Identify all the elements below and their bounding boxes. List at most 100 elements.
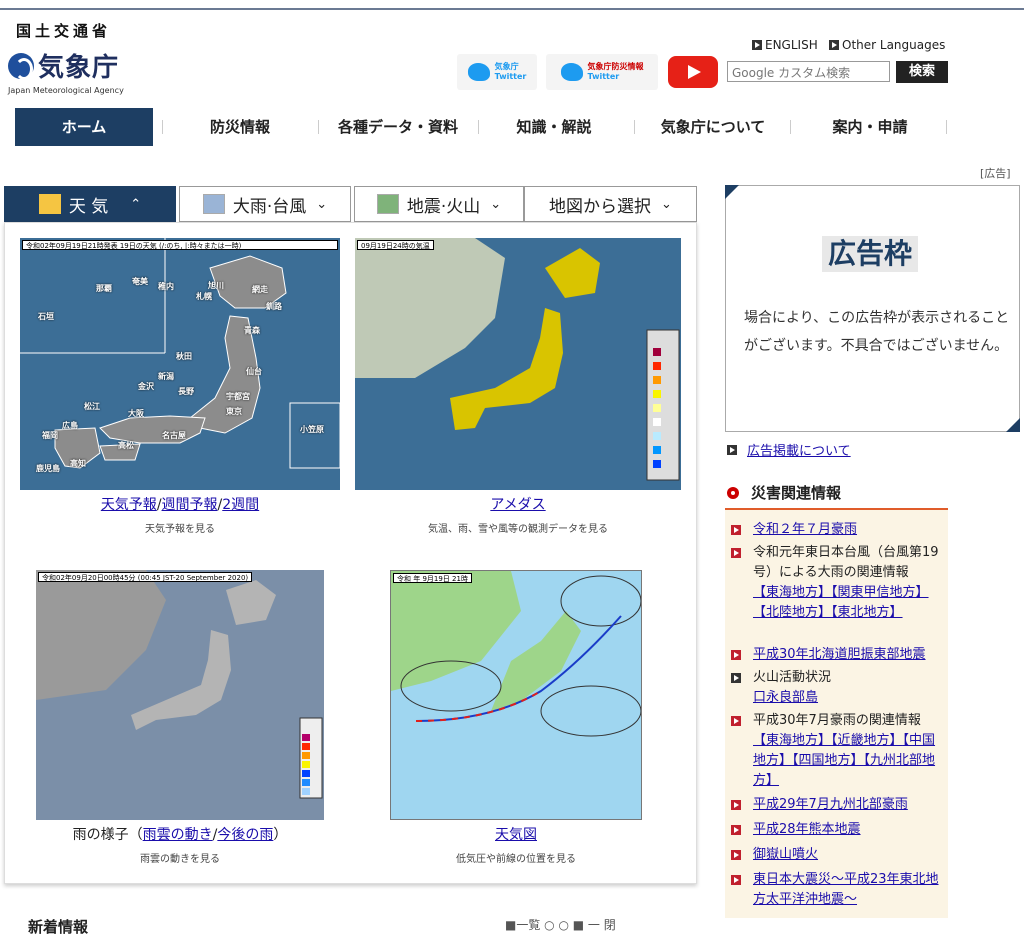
disaster-sublink[interactable]: 【四国地方】: [792, 753, 864, 768]
arrow-icon: [731, 673, 741, 683]
disaster-item[interactable]: 平成29年7月九州北部豪雨: [731, 795, 946, 815]
disaster-info: 災害関連情報 令和２年７月豪雨令和元年東日本台風（台風第19号）による大雨の関連…: [725, 480, 948, 918]
legend-swatch: [653, 362, 661, 370]
rain-prefix: 雨の様子（: [72, 827, 143, 843]
chevron-up-icon: ⌃: [130, 196, 142, 212]
ad-box[interactable]: 広告枠 場合により、この広告枠が表示されることがございます。不具合ではございませ…: [725, 185, 1020, 432]
disaster-item[interactable]: 平成28年熊本地震: [731, 820, 946, 840]
forecast-map-header: 令和02年09月19日21時発表 19日の天気 (/:のち, |:時々または一時…: [22, 240, 338, 250]
nav-bousai[interactable]: 防災情報: [180, 108, 300, 146]
youtube-button[interactable]: [668, 56, 718, 88]
disaster-sublink[interactable]: 【近畿地方】: [831, 733, 903, 748]
jma-logo[interactable]: 国土交通省 気象庁 Japan Meteorological Agency: [8, 20, 148, 95]
disaster-link[interactable]: 平成29年7月九州北部豪雨: [753, 797, 908, 812]
disaster-link[interactable]: 御嶽山噴火: [753, 847, 818, 862]
weather-chart-link[interactable]: 天気図: [495, 827, 537, 843]
english-label: ENGLISH: [765, 38, 818, 52]
chevron-down-icon: ⌄: [316, 196, 328, 212]
two-week-link[interactable]: 2週間: [222, 497, 259, 513]
jma-logo-icon: [8, 52, 34, 80]
forecast-map[interactable]: 令和02年09月19日21時発表 19日の天気 (/:のち, |:時々または一時…: [20, 238, 340, 490]
disaster-item-body: 平成30年北海道胆振東部地震: [753, 645, 946, 665]
disaster-sublink[interactable]: 【東北地方】: [831, 605, 903, 620]
city-label: 金沢: [138, 382, 154, 391]
tab-heavy-rain[interactable]: 大雨·台風 ⌄: [179, 186, 351, 222]
nav-home[interactable]: ホーム: [15, 108, 153, 146]
disaster-link[interactable]: 平成28年熊本地震: [753, 822, 861, 837]
city-label: 札幌: [196, 292, 212, 301]
legend-swatch: [653, 446, 661, 454]
legend-swatch: [653, 376, 661, 384]
disaster-header: 災害関連情報: [725, 480, 948, 510]
tab-map-select[interactable]: 地図から選択 ⌄: [524, 186, 697, 222]
disaster-sublink[interactable]: 口永良部島: [753, 690, 818, 705]
ad-text: 場合により、この広告枠が表示されることがございます。不具合ではございません。: [744, 310, 1010, 354]
amedas-map-header: 09月19日24時の気温: [357, 240, 434, 250]
disaster-item[interactable]: 令和２年７月豪雨: [731, 520, 946, 540]
nav-knowledge[interactable]: 知識・解説: [494, 108, 614, 146]
arrow-icon: [731, 525, 741, 535]
top-border: [0, 0, 1024, 10]
arrow-icon: [731, 716, 741, 726]
new-info-controls: ■一覧 ○ ○ ■ 一 閉: [505, 918, 616, 932]
city-label: 鹿児島: [36, 464, 60, 473]
amedas-map[interactable]: 09月19日24時の気温: [355, 238, 681, 490]
rain-map[interactable]: 令和02年09月20日00時45分 (00:45 JST-20 Septembe…: [36, 570, 324, 820]
chart-caption: 天気図: [390, 824, 642, 844]
disaster-item[interactable]: 御嶽山噴火: [731, 845, 946, 865]
disaster-item: 平成30年7月豪雨の関連情報 【東海地方】【近畿地方】【中国地方】【四国地方】【九…: [731, 711, 946, 791]
disaster-item: 令和元年東日本台風（台風第19号）による大雨の関連情報 【東海地方】【関東甲信地方…: [731, 543, 946, 623]
search-button[interactable]: 検索: [896, 61, 948, 83]
tab-weather[interactable]: 天 気 ⌃: [4, 186, 176, 222]
city-label: 稚内: [158, 282, 174, 291]
nav-separator: [478, 120, 479, 134]
disaster-sublink[interactable]: 【北陸地方】: [753, 605, 831, 620]
disaster-link[interactable]: 令和２年７月豪雨: [753, 522, 857, 537]
city-label: 松江: [84, 402, 100, 411]
forecast-link[interactable]: 天気予報: [101, 497, 157, 513]
disaster-link[interactable]: 東日本大震災～平成23年東北地方太平洋沖地震～: [753, 872, 939, 907]
future-rain-link[interactable]: 今後の雨: [217, 827, 273, 843]
ad-info-link[interactable]: 広告掲載について: [727, 440, 851, 459]
arrow-icon: [731, 825, 741, 835]
disaster-sublink[interactable]: 【東海地方】: [753, 733, 831, 748]
disaster-item-body: 御嶽山噴火: [753, 845, 946, 865]
city-label: 石垣: [38, 312, 54, 321]
nav-about[interactable]: 気象庁について: [648, 108, 778, 146]
rain-sub: 雨雲の動きを見る: [140, 854, 220, 865]
city-label: 秋田: [176, 352, 192, 361]
disaster-sublink[interactable]: 【関東甲信地方】: [831, 585, 929, 600]
city-label: 長野: [178, 387, 194, 396]
disaster-item-body: 平成28年熊本地震: [753, 820, 946, 840]
disaster-item[interactable]: 平成30年北海道胆振東部地震: [731, 645, 946, 665]
tab-earthquake[interactable]: 地震·火山 ⌄: [354, 186, 524, 222]
twitter2-sub: Twitter: [587, 72, 620, 81]
city-label: 新潟: [158, 372, 174, 381]
twitter-bosai-button[interactable]: 気象庁防災情報 Twitter: [546, 54, 658, 90]
city-label: 宇都宮: [226, 392, 250, 401]
english-link[interactable]: ENGLISH: [752, 38, 818, 52]
other-languages-link[interactable]: Other Languages: [829, 38, 945, 52]
nav-data[interactable]: 各種データ・資料: [328, 108, 468, 146]
amedas-legend: [646, 329, 680, 481]
disaster-link[interactable]: 平成30年北海道胆振東部地震: [753, 647, 926, 662]
nav-guide[interactable]: 案内・申請: [810, 108, 930, 146]
weather-chart[interactable]: 令和 年 9月19日 21時: [390, 570, 642, 820]
rain-cloud-link[interactable]: 雨雲の動き: [143, 827, 213, 843]
city-label: 小笠原: [300, 425, 324, 434]
disaster-sublink[interactable]: 【東海地方】: [753, 585, 831, 600]
search-input[interactable]: Google カスタム検索: [727, 61, 890, 82]
amedas-caption: アメダス: [355, 494, 681, 514]
amedas-link[interactable]: アメダス: [490, 497, 545, 513]
arrow-icon: [731, 850, 741, 860]
amedas-map-image: [355, 238, 680, 481]
twitter-jma-button[interactable]: 気象庁 Twitter: [457, 54, 537, 90]
ad-corner: [725, 185, 739, 199]
disaster-item[interactable]: 東日本大震災～平成23年東北地方太平洋沖地震～: [731, 870, 946, 910]
weekly-forecast-link[interactable]: 週間予報: [162, 497, 218, 513]
arrow-icon: [731, 650, 741, 660]
arrow-icon: [752, 40, 762, 50]
ad-info-label[interactable]: 広告掲載について: [747, 440, 851, 459]
legend-swatch: [653, 348, 661, 356]
alert-icon: [727, 487, 739, 499]
